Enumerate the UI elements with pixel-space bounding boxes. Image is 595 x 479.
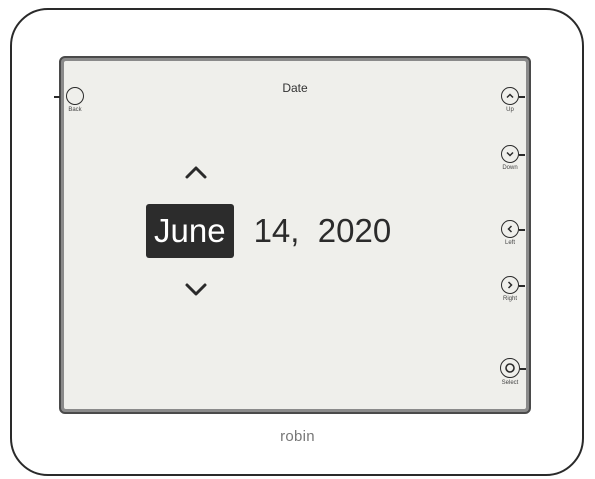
date-display: June 14, 2020 <box>146 201 391 261</box>
up-label: Up <box>506 107 514 113</box>
back-icon <box>66 87 84 105</box>
chevron-up-icon[interactable] <box>184 164 208 180</box>
day-year-text: 14, 2020 <box>253 212 392 249</box>
left-label: Left <box>504 240 515 246</box>
back-button[interactable]: Back <box>54 87 95 113</box>
chevron-down-icon[interactable] <box>184 282 208 298</box>
right-button[interactable]: Right <box>490 276 530 302</box>
select-button[interactable]: Select <box>490 358 530 386</box>
right-label: Right <box>502 296 517 302</box>
month-field-selected[interactable]: June <box>146 204 234 258</box>
brand-logo: robin <box>280 428 315 445</box>
circle-chevron-up-icon <box>501 87 519 105</box>
circle-chevron-down-icon <box>501 145 519 163</box>
down-label: Down <box>502 165 518 171</box>
up-button[interactable]: Up <box>490 87 530 113</box>
screen-frame: Date Back Up Down Left Right Select June… <box>54 56 531 414</box>
back-label: Back <box>68 107 82 113</box>
down-button[interactable]: Down <box>490 145 530 171</box>
select-label: Select <box>501 380 519 386</box>
screen: Date Back Up Down Left Right Select June… <box>54 61 526 409</box>
left-button[interactable]: Left <box>490 220 530 246</box>
screen-title: Date <box>282 81 308 95</box>
circle-chevron-left-icon <box>501 220 519 238</box>
circle-dot-icon <box>500 358 520 378</box>
circle-chevron-right-icon <box>501 276 519 294</box>
